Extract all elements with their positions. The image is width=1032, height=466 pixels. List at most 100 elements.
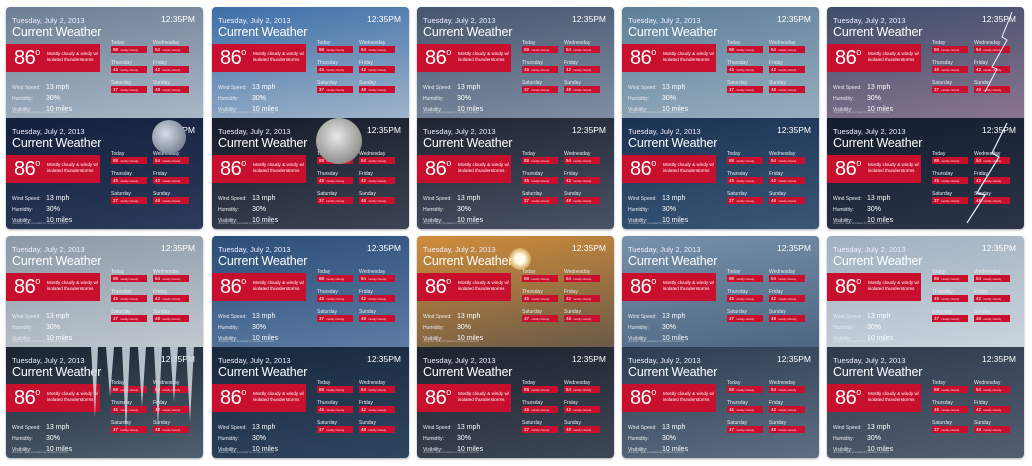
forecast-friday[interactable]: Friday42mostly cloudy [974,400,1010,413]
weather-widget-dark-storm[interactable]: Tuesday, July 2, 2013 12:35PM Current We… [417,347,614,458]
forecast-today[interactable]: Today88mostly cloudy [522,40,558,53]
forecast-today[interactable]: Today88mostly cloudy [932,380,968,393]
forecast-friday[interactable]: Friday42mostly cloudy [564,60,600,73]
forecast-thursday[interactable]: Thursday 45 mostly cloudy [522,400,558,413]
forecast-sunday[interactable]: Sunday 48 mostly cloudy [564,191,600,204]
forecast-saturday[interactable]: Saturday 37 mostly cloudy [111,191,147,204]
forecast-thursday[interactable]: Thursday 45 mostly cloudy [522,289,558,302]
forecast-saturday[interactable]: Saturday 37 mostly cloudy [317,191,353,204]
forecast-wednesday[interactable]: Wednesday54mostly cloudy [769,269,805,282]
forecast-sunday[interactable]: Sunday 48 mostly cloudy [974,420,1010,433]
weather-widget-rain-drops-blue[interactable]: Tuesday, July 2, 2013 12:35PM Current We… [212,236,409,347]
forecast-thursday[interactable]: Thursday 45 mostly cloudy [317,171,353,184]
forecast-thursday[interactable]: Thursday 45 mostly cloudy [727,171,763,184]
forecast-friday[interactable]: Friday42mostly cloudy [564,171,600,184]
forecast-wednesday[interactable]: Wednesday54mostly cloudy [974,380,1010,393]
forecast-today[interactable]: Today88mostly cloudy [727,269,763,282]
forecast-today[interactable]: Today88mostly cloudy [522,151,558,164]
forecast-thursday[interactable]: Thursday 45 mostly cloudy [727,60,763,73]
forecast-saturday[interactable]: Saturday 37 mostly cloudy [317,420,353,433]
forecast-wednesday[interactable]: Wednesday54mostly cloudy [359,40,395,53]
forecast-saturday[interactable]: Saturday 37 mostly cloudy [317,309,353,322]
forecast-friday[interactable]: Friday42mostly cloudy [359,60,395,73]
forecast-saturday[interactable]: Saturday 37 mostly cloudy [522,420,558,433]
forecast-friday[interactable]: Friday42mostly cloudy [153,60,189,73]
wallpaper-card[interactable]: Tuesday, July 2, 2013 12:35PM Current We… [6,236,203,458]
wallpaper-card[interactable]: Tuesday, July 2, 2013 12:35PM Current We… [827,236,1024,458]
forecast-sunday[interactable]: Sunday 48 mostly cloudy [153,309,189,322]
forecast-saturday[interactable]: Saturday 37 mostly cloudy [317,80,353,93]
forecast-saturday[interactable]: Saturday 37 mostly cloudy [932,420,968,433]
wallpaper-card[interactable]: Tuesday, July 2, 2013 12:35PM Current We… [417,7,614,229]
forecast-today[interactable]: Today88mostly cloudy [317,380,353,393]
wallpaper-card[interactable]: Tuesday, July 2, 2013 12:35PM Current We… [622,7,819,229]
forecast-thursday[interactable]: Thursday 45 mostly cloudy [111,60,147,73]
weather-widget-lightning-night[interactable]: Tuesday, July 2, 2013 12:35PM Current We… [827,118,1024,229]
forecast-sunday[interactable]: Sunday 48 mostly cloudy [564,420,600,433]
forecast-today[interactable]: Today88mostly cloudy [111,151,147,164]
forecast-friday[interactable]: Friday42mostly cloudy [769,171,805,184]
forecast-sunday[interactable]: Sunday 48 mostly cloudy [359,420,395,433]
forecast-thursday[interactable]: Thursday 45 mostly cloudy [522,171,558,184]
forecast-sunday[interactable]: Sunday 48 mostly cloudy [359,191,395,204]
forecast-friday[interactable]: Friday42mostly cloudy [769,400,805,413]
forecast-wednesday[interactable]: Wednesday54mostly cloudy [769,151,805,164]
forecast-wednesday[interactable]: Wednesday54mostly cloudy [564,40,600,53]
forecast-sunday[interactable]: Sunday 48 mostly cloudy [564,80,600,93]
forecast-thursday[interactable]: Thursday 45 mostly cloudy [317,400,353,413]
forecast-today[interactable]: Today88mostly cloudy [727,40,763,53]
wallpaper-card[interactable]: Tuesday, July 2, 2013 12:35PM Current We… [622,236,819,458]
forecast-sunday[interactable]: Sunday 48 mostly cloudy [564,309,600,322]
forecast-friday[interactable]: Friday42mostly cloudy [769,60,805,73]
weather-widget-snow-flurry[interactable]: Tuesday, July 2, 2013 12:35PM Current We… [6,236,203,347]
forecast-thursday[interactable]: Thursday 45 mostly cloudy [932,400,968,413]
forecast-saturday[interactable]: Saturday 37 mostly cloudy [727,80,763,93]
forecast-saturday[interactable]: Saturday 37 mostly cloudy [727,309,763,322]
forecast-friday[interactable]: Friday42mostly cloudy [359,289,395,302]
forecast-thursday[interactable]: Thursday 45 mostly cloudy [932,60,968,73]
forecast-thursday[interactable]: Thursday 45 mostly cloudy [727,400,763,413]
forecast-saturday[interactable]: Saturday 37 mostly cloudy [522,191,558,204]
forecast-wednesday[interactable]: Wednesday54mostly cloudy [564,269,600,282]
forecast-saturday[interactable]: Saturday 37 mostly cloudy [111,309,147,322]
forecast-sunday[interactable]: Sunday 48 mostly cloudy [769,191,805,204]
forecast-thursday[interactable]: Thursday 45 mostly cloudy [932,289,968,302]
forecast-saturday[interactable]: Saturday 37 mostly cloudy [727,191,763,204]
forecast-sunday[interactable]: Sunday 48 mostly cloudy [359,80,395,93]
weather-widget-icicles[interactable]: Tuesday, July 2, 2013 12:35PM Current We… [6,347,203,458]
weather-widget-ocean-dusk[interactable]: Tuesday, July 2, 2013 12:35PM Current We… [622,347,819,458]
weather-widget-night-gray[interactable]: Tuesday, July 2, 2013 12:35PM Current We… [827,347,1024,458]
forecast-thursday[interactable]: Thursday 45 mostly cloudy [317,289,353,302]
weather-widget-sea-clouds[interactable]: Tuesday, July 2, 2013 12:35PM Current We… [622,236,819,347]
forecast-today[interactable]: Today88mostly cloudy [317,269,353,282]
forecast-saturday[interactable]: Saturday 37 mostly cloudy [932,309,968,322]
forecast-friday[interactable]: Friday42mostly cloudy [974,289,1010,302]
forecast-wednesday[interactable]: Wednesday54mostly cloudy [359,380,395,393]
forecast-today[interactable]: Today88mostly cloudy [522,269,558,282]
forecast-sunday[interactable]: Sunday 48 mostly cloudy [359,309,395,322]
forecast-sunday[interactable]: Sunday 48 mostly cloudy [769,80,805,93]
forecast-wednesday[interactable]: Wednesday54mostly cloudy [769,40,805,53]
wallpaper-card[interactable]: Tuesday, July 2, 2013 12:35PM Current We… [827,7,1024,229]
forecast-sunday[interactable]: Sunday 48 mostly cloudy [769,420,805,433]
forecast-today[interactable]: Today88mostly cloudy [932,269,968,282]
forecast-thursday[interactable]: Thursday 45 mostly cloudy [111,289,147,302]
weather-widget-rain-glass[interactable]: Tuesday, July 2, 2013 12:35PM Current We… [622,7,819,118]
forecast-today[interactable]: Today88mostly cloudy [727,151,763,164]
forecast-wednesday[interactable]: Wednesday54mostly cloudy [359,269,395,282]
weather-widget-night-blue[interactable]: Tuesday, July 2, 2013 12:35PM Current We… [622,118,819,229]
forecast-sunday[interactable]: Sunday 48 mostly cloudy [153,191,189,204]
weather-widget-sunset-gold[interactable]: Tuesday, July 2, 2013 12:35PM Current We… [417,236,614,347]
weather-widget-storm-gray[interactable]: Tuesday, July 2, 2013 12:35PM Current We… [417,7,614,118]
forecast-today[interactable]: Today88mostly cloudy [932,40,968,53]
forecast-today[interactable]: Today88mostly cloudy [111,269,147,282]
forecast-friday[interactable]: Friday42mostly cloudy [153,171,189,184]
forecast-friday[interactable]: Friday42mostly cloudy [359,171,395,184]
forecast-wednesday[interactable]: Wednesday54mostly cloudy [974,269,1010,282]
forecast-friday[interactable]: Friday42mostly cloudy [153,289,189,302]
weather-widget-snow-dark-blue[interactable]: Tuesday, July 2, 2013 12:35PM Current We… [212,347,409,458]
forecast-wednesday[interactable]: Wednesday54mostly cloudy [564,151,600,164]
forecast-friday[interactable]: Friday42mostly cloudy [564,400,600,413]
forecast-today[interactable]: Today88mostly cloudy [111,40,147,53]
forecast-saturday[interactable]: Saturday 37 mostly cloudy [522,309,558,322]
